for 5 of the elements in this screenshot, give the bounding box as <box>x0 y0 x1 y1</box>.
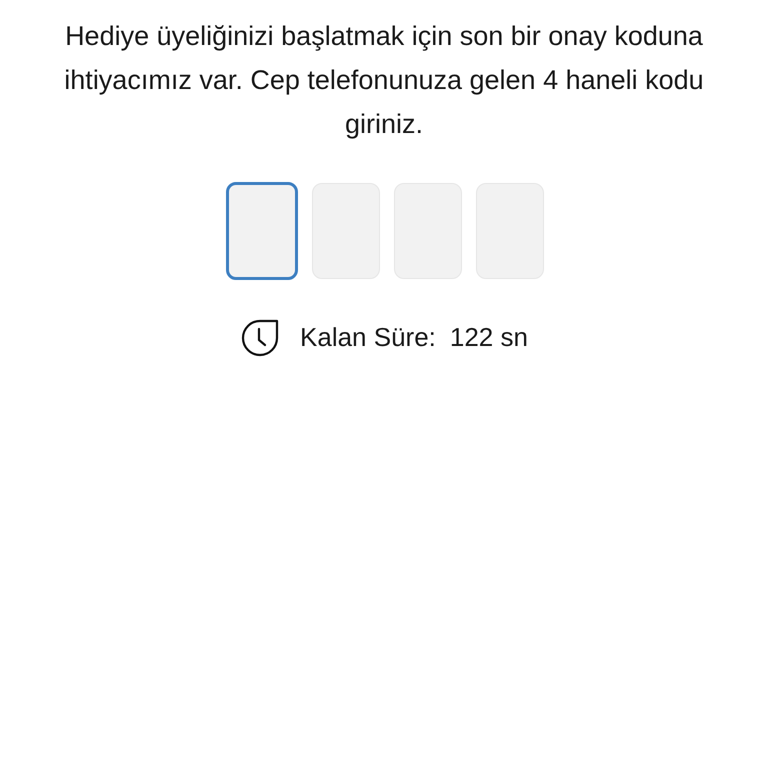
remaining-time-value: 122 sn <box>450 321 528 354</box>
remaining-time-label: Kalan Süre: <box>300 321 436 354</box>
instruction-text: Hediye üyeliğinizi başlatmak için son bir onay koduna ihtiyacımız var. Cep telefonunuza gelen 4 haneli kodu giriniz. <box>63 20 705 141</box>
timer-icon <box>240 318 280 356</box>
code-digit-field[interactable] <box>226 182 298 280</box>
